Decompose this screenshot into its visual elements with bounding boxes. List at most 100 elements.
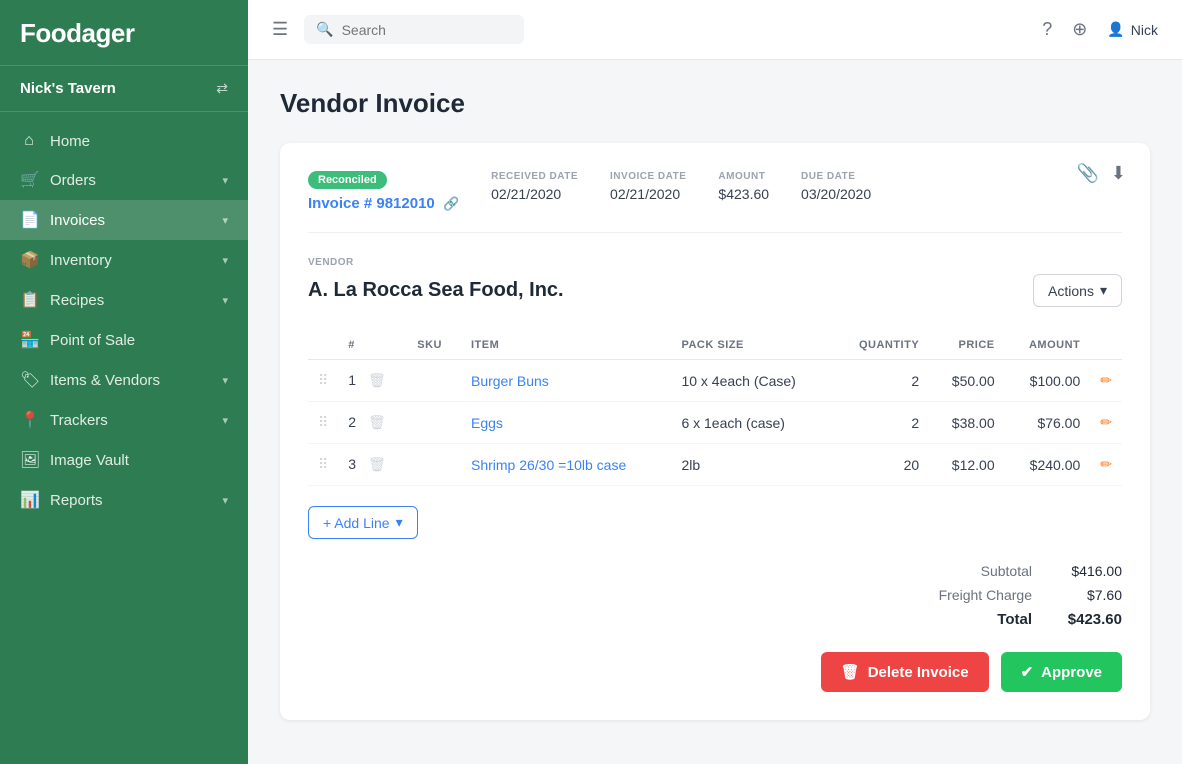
user-info[interactable]: 👤 Nick	[1107, 21, 1158, 38]
cell-pack-size: 6 x 1each (case)	[671, 402, 832, 444]
chevron-icon: ▾	[222, 174, 228, 187]
approve-button[interactable]: ✔ Approve	[1001, 652, 1122, 692]
actions-chevron-icon: ▾	[1100, 282, 1107, 299]
cell-quantity: 20	[833, 444, 929, 486]
table-row: ⠿ 1 🗑 Burger Buns 10 x 4each (Case) 2 $5…	[308, 360, 1122, 402]
sidebar-item-label-image-vault: Image Vault	[50, 452, 129, 469]
col-pack-size: PACK SIZE	[671, 331, 832, 360]
invoice-number-label: Invoice #	[308, 195, 372, 212]
search-container[interactable]: 🔍	[304, 15, 524, 44]
sidebar-item-invoices[interactable]: 📄 Invoices ▾	[0, 200, 248, 240]
org-name: Nick's Tavern	[20, 80, 116, 97]
attachment-icon[interactable]: 📎	[1076, 163, 1098, 184]
totals-section: Subtotal $416.00 Freight Charge $7.60 To…	[308, 563, 1122, 628]
sidebar-item-recipes[interactable]: 📋 Recipes ▾	[0, 280, 248, 320]
help-icon[interactable]: ?	[1042, 19, 1052, 40]
edit-row-icon[interactable]: ✏	[1100, 456, 1112, 472]
cell-sku	[407, 402, 461, 444]
due-date-value: 03/20/2020	[801, 186, 871, 202]
sidebar-item-image-vault[interactable]: 🖼 Image Vault	[0, 440, 248, 480]
approve-label: Approve	[1041, 664, 1102, 681]
sidebar-org[interactable]: Nick's Tavern ⇄	[0, 66, 248, 112]
drag-handle-icon[interactable]: ⠿	[318, 414, 328, 430]
sidebar-item-label-recipes: Recipes	[50, 292, 104, 309]
item-link[interactable]: Eggs	[471, 415, 503, 431]
vendor-section: VENDOR A. La Rocca Sea Food, Inc. Action…	[308, 257, 1122, 307]
sidebar: Foodager Nick's Tavern ⇄ ⌂ Home 🛒 Orders…	[0, 0, 248, 764]
add-line-button[interactable]: + Add Line ▾	[308, 506, 418, 539]
actions-button[interactable]: Actions ▾	[1033, 274, 1122, 307]
freight-row: Freight Charge $7.60	[902, 587, 1122, 603]
actions-label: Actions	[1048, 283, 1094, 299]
sidebar-item-orders[interactable]: 🛒 Orders ▾	[0, 160, 248, 200]
subtotal-value: $416.00	[1052, 563, 1122, 579]
delete-label: Delete Invoice	[868, 664, 969, 681]
total-row: Total $423.60	[902, 611, 1122, 628]
due-date-group: DUE DATE 03/20/2020	[801, 171, 871, 202]
sidebar-item-label-items-vendors: Items & Vendors	[50, 372, 160, 389]
add-line-chevron-icon: ▾	[396, 514, 403, 531]
download-icon[interactable]: ⬇	[1111, 163, 1126, 184]
topbar: ☰ 🔍 ? ⊕ 👤 Nick	[248, 0, 1182, 60]
cell-pack-size: 2lb	[671, 444, 832, 486]
menu-icon[interactable]: ☰	[272, 19, 288, 40]
freight-value: $7.60	[1052, 587, 1122, 603]
invoice-header: Reconciled Invoice # 9812010 🔗 RECEIVED …	[308, 171, 1122, 233]
bottom-actions: 🗑 Delete Invoice ✔ Approve	[308, 652, 1122, 692]
sidebar-item-pos[interactable]: 🏪 Point of Sale	[0, 320, 248, 360]
switch-org-icon[interactable]: ⇄	[216, 80, 228, 97]
user-name: Nick	[1131, 22, 1158, 38]
invoice-status-block: Reconciled Invoice # 9812010 🔗	[308, 171, 459, 212]
received-date-group: RECEIVED DATE 02/21/2020	[491, 171, 578, 202]
sidebar-item-inventory[interactable]: 📦 Inventory ▾	[0, 240, 248, 280]
item-link[interactable]: Burger Buns	[471, 373, 549, 389]
cell-pack-size: 10 x 4each (Case)	[671, 360, 832, 402]
cell-price: $38.00	[929, 402, 1004, 444]
chevron-icon: ▾	[222, 214, 228, 227]
checkmark-icon: ✔	[1021, 663, 1034, 681]
search-icon: 🔍	[316, 21, 333, 38]
edit-row-icon[interactable]: ✏	[1100, 414, 1112, 430]
cell-price: $12.00	[929, 444, 1004, 486]
invoice-card: 📎 ⬇ Reconciled Invoice # 9812010 🔗 RECEI…	[280, 143, 1150, 720]
drag-handle-icon[interactable]: ⠿	[318, 456, 328, 472]
trackers-nav-icon: 📍	[20, 410, 38, 430]
topbar-right: ? ⊕ 👤 Nick	[1042, 19, 1158, 40]
page-title: Vendor Invoice	[280, 88, 1150, 119]
edit-row-icon[interactable]: ✏	[1100, 372, 1112, 388]
amount-label: AMOUNT	[718, 171, 769, 182]
status-badge: Reconciled	[308, 171, 387, 189]
invoice-date-value: 02/21/2020	[610, 186, 686, 202]
delete-invoice-button[interactable]: 🗑 Delete Invoice	[821, 652, 989, 692]
cell-quantity: 2	[833, 402, 929, 444]
invoice-number-value[interactable]: 9812010	[376, 195, 434, 212]
amount-group: AMOUNT $423.60	[718, 171, 769, 202]
add-icon[interactable]: ⊕	[1072, 19, 1087, 40]
freight-label: Freight Charge	[912, 587, 1032, 603]
trash-icon: 🗑	[841, 663, 860, 681]
delete-row-icon[interactable]: 🗑	[368, 372, 386, 388]
sidebar-item-home[interactable]: ⌂ Home	[0, 122, 248, 160]
received-date-label: RECEIVED DATE	[491, 171, 578, 182]
home-nav-icon: ⌂	[20, 132, 38, 150]
cell-item: Burger Buns	[461, 360, 671, 402]
row-number: 2	[348, 414, 356, 430]
add-line-label: + Add Line	[323, 515, 390, 531]
inventory-nav-icon: 📦	[20, 250, 38, 270]
search-input[interactable]	[342, 22, 492, 38]
drag-handle-icon[interactable]: ⠿	[318, 372, 328, 388]
sidebar-item-items-vendors[interactable]: 🏷 Items & Vendors ▾	[0, 360, 248, 400]
reports-nav-icon: 📊	[20, 490, 38, 510]
sidebar-item-label-inventory: Inventory	[50, 252, 112, 269]
sidebar-item-reports[interactable]: 📊 Reports ▾	[0, 480, 248, 520]
col-quantity: QUANTITY	[833, 331, 929, 360]
delete-row-icon[interactable]: 🗑	[368, 456, 386, 472]
item-link[interactable]: Shrimp 26/30 =10lb case	[471, 457, 626, 473]
total-label: Total	[912, 611, 1032, 628]
amount-value: $423.60	[718, 186, 769, 202]
vendor-name: A. La Rocca Sea Food, Inc.	[308, 279, 564, 302]
cell-quantity: 2	[833, 360, 929, 402]
chevron-icon: ▾	[222, 374, 228, 387]
delete-row-icon[interactable]: 🗑	[368, 414, 386, 430]
sidebar-item-trackers[interactable]: 📍 Trackers ▾	[0, 400, 248, 440]
